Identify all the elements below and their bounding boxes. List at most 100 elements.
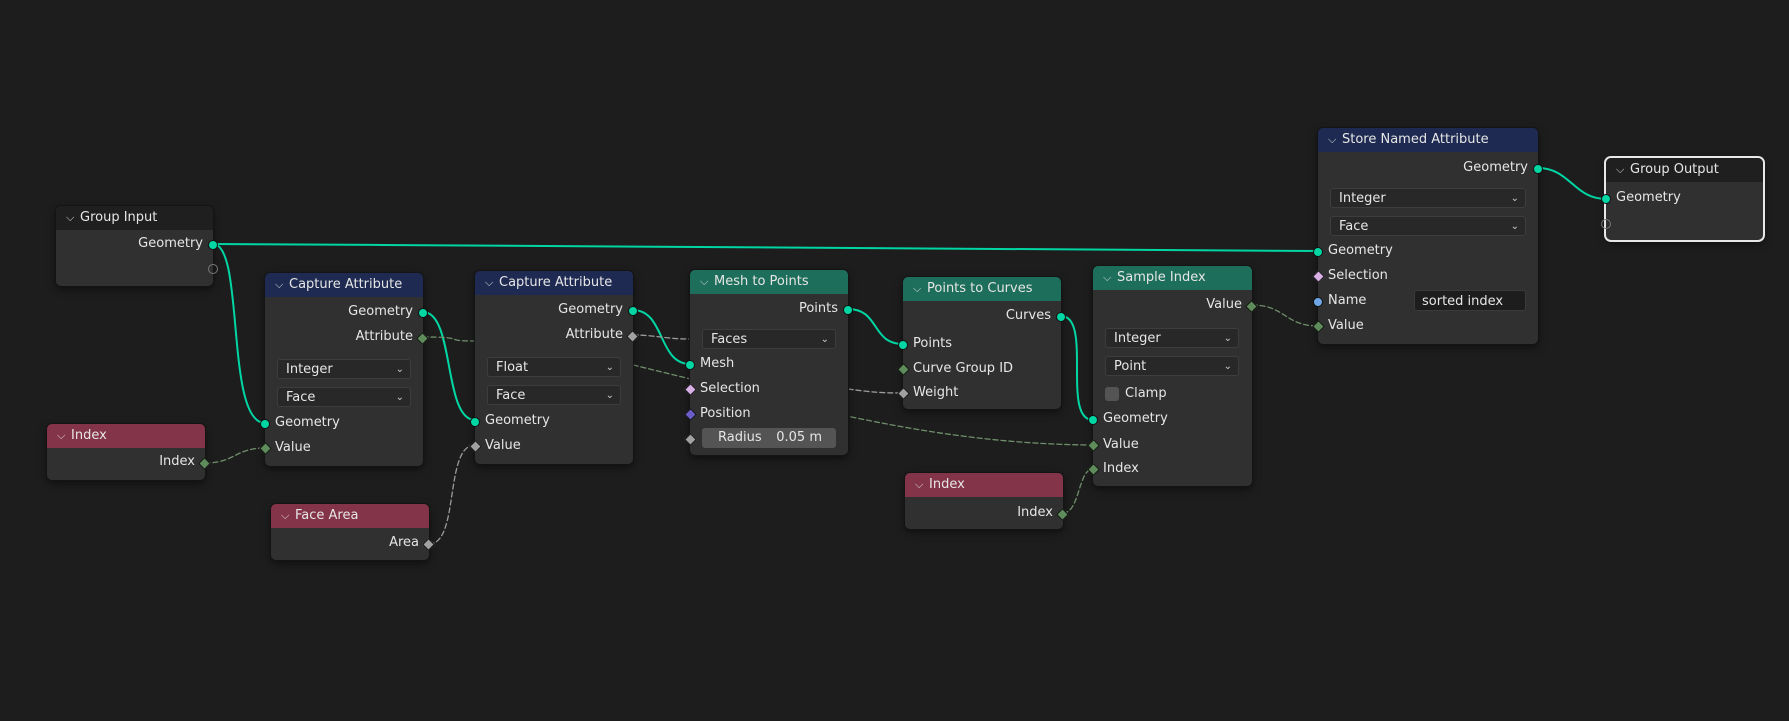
mesh-to-points-node[interactable]: ⌵ Mesh to Points Points Faces ⌄ Mesh Selec…: [684, 270, 853, 455]
data-type-dropdown[interactable]: Integer ⌄: [277, 359, 411, 379]
chevron-down-icon[interactable]: ⌵: [1103, 266, 1117, 290]
index-node-2[interactable]: ⌵ Index Index: [905, 473, 1069, 529]
capture-attribute-node-2[interactable]: ⌵ Capture Attribute Geometry Attribute Fl…: [469, 271, 639, 464]
chevron-down-icon[interactable]: ⌵: [275, 273, 289, 297]
radius-field[interactable]: Radius 0.05 m: [702, 428, 836, 448]
name-input-label: Name: [1328, 293, 1367, 308]
group-output-node[interactable]: ⌵ Group Output Geometry: [1601, 158, 1763, 240]
data-type-dropdown[interactable]: Integer ⌄: [1330, 188, 1526, 208]
geometry-input-socket[interactable]: [1313, 247, 1323, 257]
capture-attribute-header[interactable]: ⌵ Capture Attribute: [475, 271, 633, 295]
data-type-dropdown[interactable]: Float ⌄: [487, 357, 621, 377]
empty-input-socket[interactable]: [1601, 219, 1611, 229]
sample-index-node[interactable]: ⌵ Sample Index Value Integer ⌄ Point ⌄ Clam…: [1087, 266, 1258, 486]
value-input-label: Value: [485, 438, 521, 453]
chevron-down-icon[interactable]: ⌵: [1328, 128, 1342, 152]
index-output-socket[interactable]: [198, 457, 211, 470]
name-text-field[interactable]: sorted index: [1414, 290, 1526, 311]
chevron-down-icon: ⌄: [1510, 221, 1519, 232]
store-named-attribute-node[interactable]: ⌵ Store Named Attribute Geometry Integer ⌄…: [1312, 128, 1543, 344]
domain-dropdown[interactable]: Face ⌄: [1330, 216, 1526, 236]
mesh-to-points-header[interactable]: ⌵ Mesh to Points: [690, 270, 848, 294]
index-input-label: Index: [1103, 461, 1139, 476]
position-input-label: Position: [700, 406, 751, 421]
geometry-input-socket[interactable]: [1601, 194, 1611, 204]
chevron-down-icon: ⌄: [395, 392, 404, 403]
index-input-socket[interactable]: [1087, 463, 1100, 476]
value-input-socket[interactable]: [1087, 439, 1100, 452]
capture-attribute-node-1[interactable]: ⌵ Capture Attribute Geometry Attribute In…: [259, 273, 429, 466]
index-output-socket[interactable]: [1056, 508, 1069, 521]
geometry-output-socket[interactable]: [1533, 164, 1543, 174]
curve-group-id-input-socket[interactable]: [897, 363, 910, 376]
domain-dropdown[interactable]: Face ⌄: [277, 387, 411, 407]
chevron-down-icon[interactable]: ⌵: [485, 271, 499, 295]
chevron-down-icon[interactable]: ⌵: [66, 206, 80, 230]
group-input-node[interactable]: ⌵ Group Input Geometry: [56, 206, 218, 286]
geometry-output-socket[interactable]: [418, 308, 428, 318]
attribute-output-socket[interactable]: [626, 330, 639, 343]
group-input-header[interactable]: ⌵ Group Input: [56, 206, 213, 230]
geometry-output-label: Geometry: [138, 236, 203, 251]
wire-capture1-to-capture2: [422, 311, 476, 421]
mesh-input-socket[interactable]: [685, 360, 695, 370]
area-output-socket[interactable]: [422, 538, 435, 551]
chevron-down-icon[interactable]: ⌵: [281, 504, 295, 528]
geometry-output-label: Geometry: [1463, 160, 1528, 175]
index-header[interactable]: ⌵ Index: [905, 473, 1063, 497]
dropdown-value: Integer: [286, 362, 333, 377]
chevron-down-icon[interactable]: ⌵: [913, 277, 927, 301]
points-to-curves-node[interactable]: ⌵ Points to Curves Curves Points Curve Gr…: [897, 277, 1066, 409]
selection-input-label: Selection: [700, 381, 760, 396]
empty-output-socket[interactable]: [208, 264, 218, 274]
clamp-checkbox[interactable]: [1105, 387, 1119, 401]
chevron-down-icon[interactable]: ⌵: [700, 270, 714, 294]
chevron-down-icon[interactable]: ⌵: [915, 473, 929, 497]
node-title: Capture Attribute: [289, 277, 403, 292]
store-named-attribute-header[interactable]: ⌵ Store Named Attribute: [1318, 128, 1538, 152]
chevron-down-icon: ⌄: [605, 390, 614, 401]
sample-index-header[interactable]: ⌵ Sample Index: [1093, 266, 1252, 290]
value-input-socket[interactable]: [1312, 320, 1325, 333]
dropdown-value: Point: [1114, 359, 1147, 374]
capture-attribute-header[interactable]: ⌵ Capture Attribute: [265, 273, 423, 297]
data-type-dropdown[interactable]: Integer ⌄: [1105, 328, 1239, 348]
curves-output-socket[interactable]: [1056, 312, 1066, 322]
chevron-down-icon[interactable]: ⌵: [57, 424, 71, 448]
mode-dropdown[interactable]: Faces ⌄: [702, 329, 836, 349]
weight-input-label: Weight: [913, 385, 959, 400]
selection-input-socket[interactable]: [1312, 270, 1325, 283]
value-input-socket[interactable]: [259, 442, 272, 455]
geometry-input-socket[interactable]: [260, 419, 270, 429]
weight-input-socket[interactable]: [897, 387, 910, 400]
chevron-down-icon[interactable]: ⌵: [1616, 158, 1630, 182]
radius-label: Radius: [718, 430, 762, 445]
selection-input-socket[interactable]: [684, 383, 697, 396]
points-output-socket[interactable]: [843, 305, 853, 315]
node-title: Mesh to Points: [714, 274, 809, 289]
domain-dropdown[interactable]: Point ⌄: [1105, 356, 1239, 376]
name-input-socket[interactable]: [1313, 297, 1323, 307]
geometry-input-socket[interactable]: [470, 417, 480, 427]
domain-dropdown[interactable]: Face ⌄: [487, 385, 621, 405]
geometry-output-socket[interactable]: [208, 240, 218, 250]
index-output-label: Index: [159, 454, 195, 469]
index-node-1[interactable]: ⌵ Index Index: [47, 424, 211, 480]
points-input-socket[interactable]: [898, 340, 908, 350]
points-to-curves-header[interactable]: ⌵ Points to Curves: [903, 277, 1061, 301]
chevron-down-icon: ⌄: [820, 334, 829, 345]
dropdown-value: Integer: [1114, 331, 1161, 346]
radius-input-socket[interactable]: [684, 433, 697, 446]
value-output-socket[interactable]: [1245, 300, 1258, 313]
face-area-node[interactable]: ⌵ Face Area Area: [271, 504, 435, 560]
value-input-socket[interactable]: [469, 440, 482, 453]
group-output-header[interactable]: ⌵ Group Output: [1606, 158, 1763, 182]
attribute-output-socket[interactable]: [416, 332, 429, 345]
wire-store-to-groupoutput: [1537, 167, 1607, 200]
face-area-header[interactable]: ⌵ Face Area: [271, 504, 429, 528]
position-input-socket[interactable]: [684, 408, 697, 421]
wire-groupinput-to-capture1: [212, 243, 266, 424]
geometry-output-socket[interactable]: [628, 306, 638, 316]
geometry-input-socket[interactable]: [1088, 415, 1098, 425]
index-header[interactable]: ⌵ Index: [47, 424, 205, 448]
